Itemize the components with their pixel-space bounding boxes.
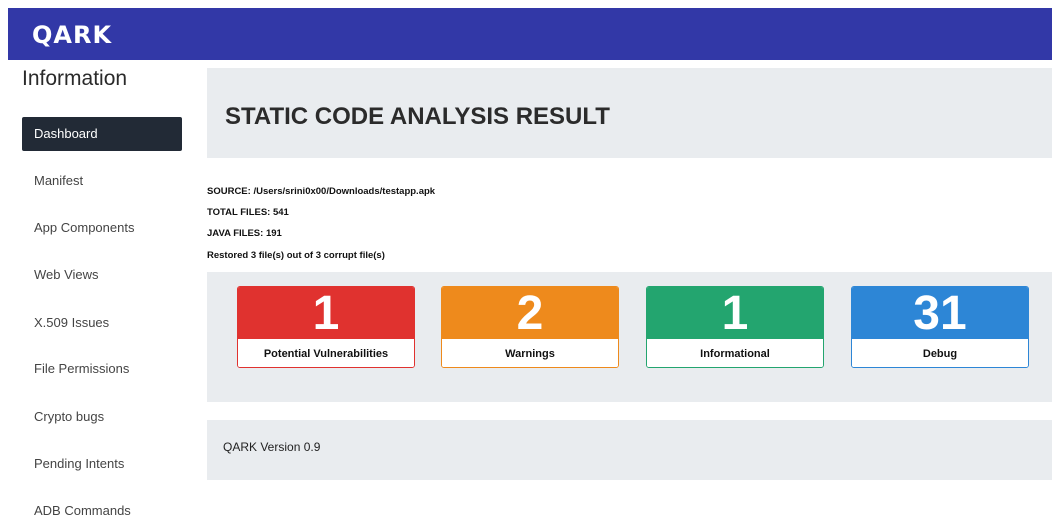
- page-title: STATIC CODE ANALYSIS RESULT: [225, 103, 610, 130]
- page-header: STATIC CODE ANALYSIS RESULT: [207, 68, 1052, 158]
- sidebar-item-web-views[interactable]: Web Views: [22, 258, 182, 292]
- sidebar-item-x509-issues[interactable]: X.509 Issues: [22, 306, 182, 340]
- informational-card[interactable]: 1 Informational: [646, 286, 824, 368]
- warnings-label: Warnings: [442, 339, 618, 367]
- sidebar-item-pending-intents[interactable]: Pending Intents: [22, 447, 182, 481]
- warnings-count: 2: [442, 287, 618, 340]
- restored-files-info: Restored 3 file(s) out of 3 corrupt file…: [207, 250, 385, 261]
- informational-label: Informational: [647, 339, 823, 367]
- warnings-card[interactable]: 2 Warnings: [441, 286, 619, 368]
- sidebar-item-adb-commands[interactable]: ADB Commands: [22, 494, 182, 528]
- sidebar-item-file-permissions[interactable]: File Permissions: [22, 352, 182, 386]
- sidebar-item-dashboard[interactable]: Dashboard: [22, 117, 182, 151]
- sidebar-item-app-components[interactable]: App Components: [22, 211, 182, 245]
- summary-cards-panel: 1 Potential Vulnerabilities 2 Warnings 1…: [207, 272, 1052, 402]
- debug-count: 31: [852, 287, 1028, 340]
- qark-logo[interactable]: QARK: [32, 21, 112, 49]
- vulnerabilities-label: Potential Vulnerabilities: [238, 339, 414, 367]
- vulnerabilities-card[interactable]: 1 Potential Vulnerabilities: [237, 286, 415, 368]
- debug-label: Debug: [852, 339, 1028, 367]
- informational-count: 1: [647, 287, 823, 340]
- sidebar-title: Information: [22, 67, 128, 90]
- total-files-info: TOTAL FILES: 541: [207, 207, 289, 218]
- top-navbar: QARK: [8, 8, 1052, 60]
- version-text: QARK Version 0.9: [223, 440, 321, 454]
- debug-card[interactable]: 31 Debug: [851, 286, 1029, 368]
- java-files-info: JAVA FILES: 191: [207, 228, 282, 239]
- vulnerabilities-count: 1: [238, 287, 414, 340]
- version-panel: QARK Version 0.9: [207, 420, 1052, 480]
- sidebar-item-crypto-bugs[interactable]: Crypto bugs: [22, 400, 182, 434]
- source-info: SOURCE: /Users/srini0x00/Downloads/testa…: [207, 186, 436, 197]
- sidebar-item-manifest[interactable]: Manifest: [22, 164, 182, 198]
